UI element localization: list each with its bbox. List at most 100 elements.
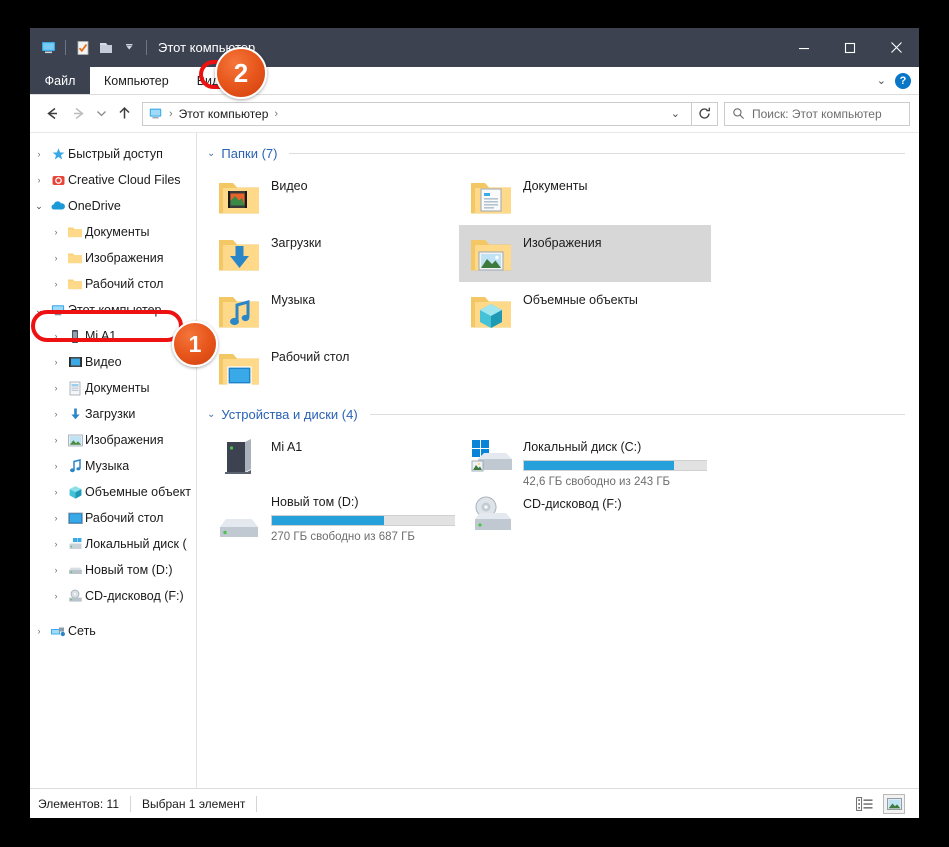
- pin-star-icon: [48, 147, 68, 162]
- sidebar-item-music[interactable]: › Музыка: [30, 453, 196, 479]
- chevron-right-icon[interactable]: ›: [47, 383, 65, 393]
- sidebar-item-videos[interactable]: › Видео: [30, 349, 196, 375]
- chevron-right-icon[interactable]: ›: [47, 409, 65, 419]
- sidebar-item-local-disk-c[interactable]: › Локальный диск (: [30, 531, 196, 557]
- properties-icon[interactable]: [73, 38, 93, 58]
- file-item-pictures[interactable]: Изображения: [459, 225, 711, 282]
- sidebar-item-downloads[interactable]: › Загрузки: [30, 401, 196, 427]
- chevron-down-icon[interactable]: ⌄: [207, 409, 215, 420]
- ribbon-right-controls: ⌄ ?: [877, 67, 919, 94]
- chevron-right-icon[interactable]: ›: [47, 357, 65, 367]
- file-item-name: Объемные объекты: [523, 293, 638, 307]
- group-header-devices[interactable]: ⌄ Устройства и диски (4): [207, 402, 919, 426]
- chevron-right-icon[interactable]: ›: [47, 435, 65, 445]
- sidebar-item-network[interactable]: › Сеть: [30, 618, 196, 644]
- drive-item-mi-a1[interactable]: Mi A1: [207, 429, 459, 486]
- group-title: Устройства и диски (4): [221, 406, 358, 422]
- maximize-button[interactable]: [827, 28, 873, 67]
- breadcrumb-item-this-pc[interactable]: Этот компьютер: [179, 107, 269, 121]
- sidebar-label: Быстрый доступ: [68, 147, 163, 161]
- sidebar-item-creative-cloud-files[interactable]: › Creative Cloud Files: [30, 167, 196, 193]
- file-list-pane[interactable]: ⌄ Папки (7) Видео Документы Загрузки Изо…: [197, 133, 919, 788]
- ribbon-tab-file[interactable]: Файл: [30, 67, 90, 94]
- chevron-down-icon[interactable]: ⌄: [207, 148, 215, 159]
- sidebar-label: Этот компьютер: [68, 303, 162, 317]
- customize-dropdown-icon[interactable]: [119, 38, 139, 58]
- sidebar-item-onedrive-documents[interactable]: › Документы: [30, 219, 196, 245]
- chevron-down-icon[interactable]: ⌄: [30, 305, 48, 316]
- refresh-button[interactable]: [692, 101, 718, 126]
- chevron-right-icon[interactable]: ›: [30, 149, 48, 159]
- chevron-right-icon[interactable]: ›: [30, 626, 48, 636]
- pictures-folder-icon: [467, 230, 515, 278]
- navigation-bar: › Этот компьютер › ⌄ Поиск: Этот компьют…: [30, 95, 919, 133]
- sidebar-item-desktop[interactable]: › Рабочий стол: [30, 505, 196, 531]
- capacity-bar-c: [523, 460, 707, 471]
- sidebar-item-cd-drive-f[interactable]: › CD-дисковод (F:): [30, 583, 196, 609]
- folder-icon: [65, 251, 85, 265]
- drive-item-local-disk-c[interactable]: Локальный диск (C:) 42,6 ГБ свободно из …: [459, 429, 711, 488]
- chevron-right-icon[interactable]: ›: [47, 487, 65, 497]
- sidebar-item-3d-objects[interactable]: › Объемные объект: [30, 479, 196, 505]
- computer-icon: [38, 38, 58, 58]
- pictures-folder-icon: [65, 434, 85, 447]
- address-bar[interactable]: › Этот компьютер › ⌄: [142, 101, 692, 126]
- file-item-3d-objects[interactable]: Объемные объекты: [459, 282, 711, 339]
- file-item-music[interactable]: Музыка: [207, 282, 459, 339]
- chevron-right-icon[interactable]: ›: [30, 175, 48, 185]
- chevron-right-icon[interactable]: ›: [47, 279, 65, 289]
- sidebar-item-onedrive[interactable]: ⌄ OneDrive: [30, 193, 196, 219]
- sidebar-item-pictures[interactable]: › Изображения: [30, 427, 196, 453]
- back-button[interactable]: [39, 101, 65, 127]
- cd-drive-icon: [467, 491, 515, 539]
- drive-item-new-volume-d[interactable]: Новый том (D:) 270 ГБ свободно из 687 ГБ: [207, 486, 459, 543]
- group-header-folders[interactable]: ⌄ Папки (7): [207, 141, 919, 165]
- sidebar-item-onedrive-pictures[interactable]: › Изображения: [30, 245, 196, 271]
- chevron-down-icon[interactable]: ⌄: [30, 201, 48, 212]
- file-item-body: Документы: [515, 173, 587, 193]
- address-dropdown-icon[interactable]: ⌄: [665, 107, 686, 120]
- up-button[interactable]: [111, 101, 137, 127]
- chevron-right-icon[interactable]: ›: [47, 253, 65, 263]
- recent-locations-icon[interactable]: [91, 101, 111, 127]
- help-icon[interactable]: ?: [895, 72, 911, 89]
- search-box[interactable]: Поиск: Этот компьютер: [724, 101, 910, 126]
- file-item-video[interactable]: Видео: [207, 168, 459, 225]
- group-divider: [369, 413, 905, 415]
- chevron-right-icon[interactable]: ›: [47, 591, 65, 601]
- chevron-right-icon[interactable]: ›: [47, 461, 65, 471]
- chevron-right-icon[interactable]: ›: [47, 539, 65, 549]
- chevron-right-icon[interactable]: ›: [47, 227, 65, 237]
- close-button[interactable]: [873, 28, 919, 67]
- new-folder-icon[interactable]: [96, 38, 116, 58]
- chevron-right-icon[interactable]: ›: [47, 513, 65, 523]
- status-divider: [130, 795, 131, 812]
- chevron-down-icon[interactable]: ⌄: [877, 74, 886, 87]
- forward-button[interactable]: [65, 101, 91, 127]
- chevron-right-icon[interactable]: ›: [47, 565, 65, 575]
- capacity-bar-fill: [272, 516, 384, 525]
- sidebar-item-onedrive-desktop[interactable]: › Рабочий стол: [30, 271, 196, 297]
- sidebar-label: Изображения: [85, 433, 164, 447]
- file-item-documents[interactable]: Документы: [459, 168, 711, 225]
- sidebar-item-new-volume-d[interactable]: › Новый том (D:): [30, 557, 196, 583]
- local-disk-icon: [65, 537, 85, 551]
- status-divider-2: [256, 795, 258, 812]
- details-view-icon[interactable]: [853, 794, 875, 814]
- file-item-desktop[interactable]: Рабочий стол: [207, 339, 459, 396]
- sidebar-item-this-pc[interactable]: ⌄ Этот компьютер: [30, 297, 196, 323]
- sidebar-item-quick-access[interactable]: › Быстрый доступ: [30, 141, 196, 167]
- sidebar-label: Загрузки: [85, 407, 136, 421]
- sidebar-item-documents[interactable]: › Документы: [30, 375, 196, 401]
- minimize-button[interactable]: [781, 28, 827, 67]
- large-icons-view-icon[interactable]: [883, 793, 905, 814]
- ribbon-tab-computer[interactable]: Компьютер: [90, 67, 183, 94]
- file-item-downloads[interactable]: Загрузки: [207, 225, 459, 282]
- sidebar-label: Объемные объект: [85, 485, 191, 499]
- status-selection: Выбран 1 элемент: [142, 796, 246, 811]
- breadcrumb-separator-2[interactable]: ›: [271, 108, 281, 120]
- drive-item-cd-drive-f[interactable]: CD-дисковод (F:): [459, 486, 711, 543]
- network-icon: [48, 624, 68, 638]
- chevron-right-icon[interactable]: ›: [47, 331, 65, 341]
